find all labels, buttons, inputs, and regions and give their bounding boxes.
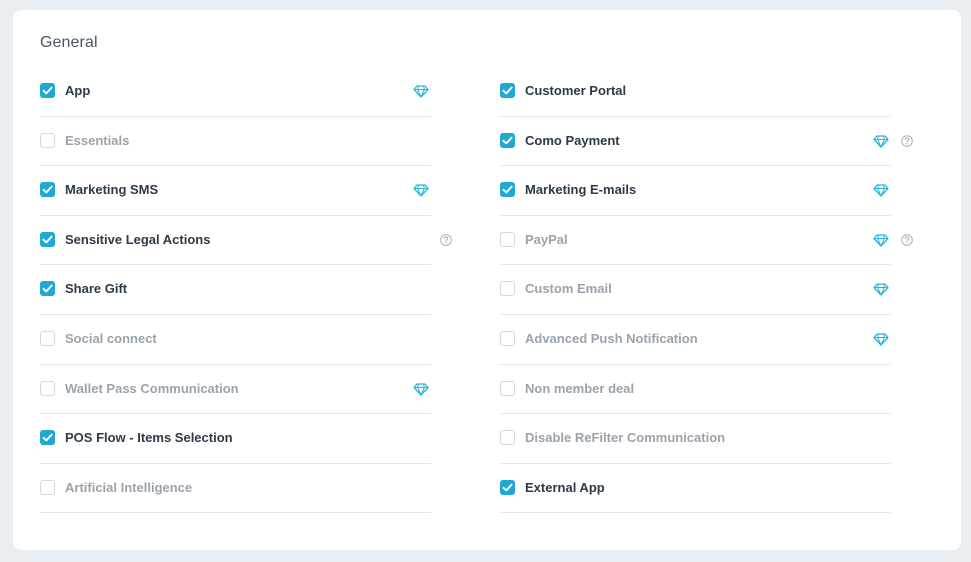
diamond-premium-icon xyxy=(873,234,889,247)
feature-checkbox[interactable] xyxy=(40,132,55,148)
feature-checkbox[interactable] xyxy=(40,479,55,495)
feature-label: Artificial Intelligence xyxy=(65,479,193,495)
feature-label: Marketing E-mails xyxy=(525,182,637,198)
feature-checkbox[interactable] xyxy=(500,132,515,148)
feature-label: PayPal xyxy=(525,231,568,247)
feature-row: External App xyxy=(500,464,891,514)
diamond-premium-icon xyxy=(413,382,429,396)
right-feature-list: Customer Portal Como Payment Marketing E… xyxy=(500,67,913,514)
feature-checkbox[interactable] xyxy=(500,479,515,495)
left-feature-list: App Essentials Marketing SMS Sensitive L… xyxy=(40,67,452,514)
general-settings-card: General App Essentials Marketing SMS Sen… xyxy=(13,10,961,550)
feature-label: Non member deal xyxy=(525,380,635,396)
feature-checkbox[interactable] xyxy=(40,281,55,297)
feature-checkbox[interactable] xyxy=(500,430,515,446)
feature-label: Customer Portal xyxy=(525,83,627,98)
feature-checkbox[interactable] xyxy=(500,231,515,247)
feature-row: Marketing E-mails xyxy=(500,166,891,216)
diamond-premium-icon xyxy=(873,333,889,346)
feature-label: Essentials xyxy=(65,132,130,148)
feature-row: Customer Portal xyxy=(500,67,891,117)
feature-row: Custom Email xyxy=(500,265,891,315)
feature-row: Sensitive Legal Actions xyxy=(40,216,452,266)
feature-row: App xyxy=(40,67,431,117)
diamond-premium-icon xyxy=(873,184,889,197)
feature-row: Como Payment xyxy=(500,117,913,167)
feature-row: Advanced Push Notification xyxy=(500,315,891,365)
help-icon[interactable] xyxy=(901,134,913,147)
feature-checkbox[interactable] xyxy=(500,281,515,297)
feature-checkbox[interactable] xyxy=(40,182,55,198)
feature-checkbox[interactable] xyxy=(500,330,515,346)
feature-row: PayPal xyxy=(500,216,913,266)
feature-checkbox[interactable] xyxy=(40,380,55,396)
feature-row: Share Gift xyxy=(40,265,431,315)
diamond-premium-icon xyxy=(413,85,429,98)
diamond-premium-icon xyxy=(873,134,889,148)
feature-label: Advanced Push Notification xyxy=(525,330,698,346)
feature-label: Social connect xyxy=(65,330,157,346)
help-icon[interactable] xyxy=(901,233,913,246)
feature-row: Non member deal xyxy=(500,365,891,415)
feature-checkbox[interactable] xyxy=(40,83,55,98)
feature-label: Share Gift xyxy=(65,281,128,297)
feature-checkbox[interactable] xyxy=(500,380,515,396)
feature-label: App xyxy=(65,83,91,98)
help-icon[interactable] xyxy=(440,233,452,246)
feature-checkbox[interactable] xyxy=(40,330,55,346)
feature-label: External App xyxy=(525,479,605,495)
feature-label: Marketing SMS xyxy=(65,182,159,198)
feature-row: Social connect xyxy=(40,315,431,365)
feature-row: Disable ReFilter Communication xyxy=(500,414,891,464)
feature-label: Como Payment xyxy=(525,132,620,148)
feature-label: Custom Email xyxy=(525,281,612,297)
feature-checkbox[interactable] xyxy=(40,231,55,247)
diamond-premium-icon xyxy=(873,283,889,297)
feature-row: Marketing SMS xyxy=(40,166,431,216)
feature-label: POS Flow - Items Selection xyxy=(65,430,233,446)
feature-row: Essentials xyxy=(40,117,431,167)
feature-row: Artificial Intelligence xyxy=(40,464,431,514)
feature-label: Sensitive Legal Actions xyxy=(65,231,211,247)
diamond-premium-icon xyxy=(413,184,429,197)
feature-checkbox[interactable] xyxy=(40,430,55,446)
feature-checkbox[interactable] xyxy=(500,182,515,198)
feature-label: Disable ReFilter Communication xyxy=(525,430,726,446)
feature-row: Wallet Pass Communication xyxy=(40,365,431,415)
feature-label: Wallet Pass Communication xyxy=(65,380,239,396)
feature-row: POS Flow - Items Selection xyxy=(40,414,431,464)
section-title: General xyxy=(40,34,98,51)
feature-checkbox[interactable] xyxy=(500,83,515,98)
